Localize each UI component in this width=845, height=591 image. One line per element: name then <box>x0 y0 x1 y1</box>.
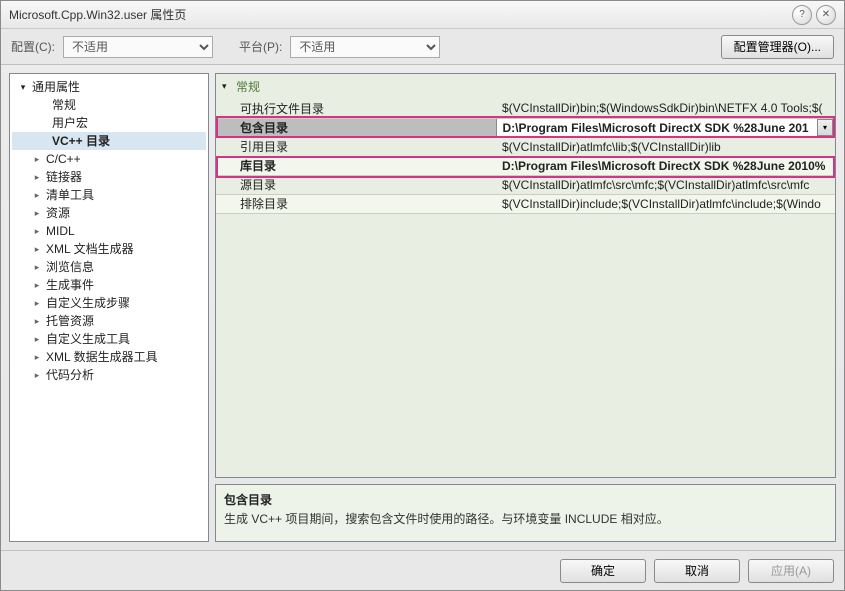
tree-vc-dirs[interactable]: VC++ 目录 <box>12 132 206 150</box>
tree-node[interactable]: ▸生成事件 <box>12 276 206 294</box>
platform-label: 平台(P): <box>239 38 282 55</box>
grid-row-name: 库目录 <box>216 156 496 175</box>
chevron-right-icon: ▸ <box>30 331 44 347</box>
cancel-button[interactable]: 取消 <box>654 559 740 583</box>
tree-node[interactable]: ▸XML 数据生成器工具 <box>12 348 206 366</box>
toolbar: 配置(C): 不适用 平台(P): 不适用 配置管理器(O)... <box>1 29 844 65</box>
close-button[interactable]: ✕ <box>816 5 836 25</box>
tree-node-label: C/C++ <box>44 151 83 167</box>
chevron-right-icon: ▸ <box>30 349 44 365</box>
footer: 确定 取消 应用(A) <box>1 550 844 590</box>
apply-button[interactable]: 应用(A) <box>748 559 834 583</box>
tree-node-label: 浏览信息 <box>44 259 96 275</box>
tree-node[interactable]: ▸资源 <box>12 204 206 222</box>
grid-row[interactable]: 可执行文件目录$(VCInstallDir)bin;$(WindowsSdkDi… <box>216 99 835 118</box>
grid-row-name: 源目录 <box>216 175 496 194</box>
grid-row[interactable]: 包含目录D:\Program Files\Microsoft DirectX S… <box>216 118 835 137</box>
grid-row-value[interactable]: $(VCInstallDir)atlmfc\src\mfc;$(VCInstal… <box>496 175 835 194</box>
grid-row-value[interactable]: $(VCInstallDir)include;$(VCInstallDir)at… <box>496 194 835 213</box>
chevron-right-icon: ▸ <box>30 151 44 167</box>
grid-table: 可执行文件目录$(VCInstallDir)bin;$(WindowsSdkDi… <box>216 99 835 214</box>
chevron-right-icon: ▸ <box>30 187 44 203</box>
ok-button[interactable]: 确定 <box>560 559 646 583</box>
tree-node-label: 生成事件 <box>44 277 96 293</box>
help-button[interactable]: ? <box>792 5 812 25</box>
grid-section-header[interactable]: ▾ 常规 <box>216 74 835 99</box>
tree-node[interactable]: ▸代码分析 <box>12 366 206 384</box>
tree-node[interactable]: ▸自定义生成步骤 <box>12 294 206 312</box>
tree-node-label: 清单工具 <box>44 187 96 203</box>
grid-row-value[interactable]: $(VCInstallDir)bin;$(WindowsSdkDir)bin\N… <box>496 99 835 118</box>
chevron-right-icon: ▸ <box>30 241 44 257</box>
grid-row[interactable]: 库目录D:\Program Files\Microsoft DirectX SD… <box>216 156 835 175</box>
row-dropdown-button[interactable]: ▾ <box>817 119 833 136</box>
chevron-right-icon: ▸ <box>30 259 44 275</box>
tree-node[interactable]: ▸链接器 <box>12 168 206 186</box>
grid-row-name: 排除目录 <box>216 194 496 213</box>
tree-user-macros[interactable]: 用户宏 <box>12 114 206 132</box>
platform-select[interactable]: 不适用 <box>290 36 440 58</box>
chevron-right-icon: ▸ <box>30 313 44 329</box>
description-box: 包含目录 生成 VC++ 项目期间，搜索包含文件时使用的路径。与环境变量 INC… <box>215 484 836 542</box>
config-manager-button[interactable]: 配置管理器(O)... <box>721 35 834 59</box>
chevron-right-icon: ▸ <box>30 169 44 185</box>
tree-node-label: 自定义生成工具 <box>44 331 132 347</box>
window-title: Microsoft.Cpp.Win32.user 属性页 <box>9 6 792 23</box>
tree-node-label: 托管资源 <box>44 313 96 329</box>
tree-root[interactable]: ▾ 通用属性 <box>12 78 206 96</box>
grid-row-value[interactable]: $(VCInstallDir)atlmfc\lib;$(VCInstallDir… <box>496 137 835 156</box>
grid-section-label: 常规 <box>236 78 260 95</box>
grid-row-value[interactable]: D:\Program Files\Microsoft DirectX SDK %… <box>496 118 835 137</box>
description-title: 包含目录 <box>224 491 827 508</box>
grid-row[interactable]: 排除目录$(VCInstallDir)include;$(VCInstallDi… <box>216 194 835 213</box>
chevron-right-icon: ▸ <box>30 205 44 221</box>
tree-node[interactable]: ▸C/C++ <box>12 150 206 168</box>
tree-general[interactable]: 常规 <box>12 96 206 114</box>
tree-node[interactable]: ▸XML 文档生成器 <box>12 240 206 258</box>
property-page-window: Microsoft.Cpp.Win32.user 属性页 ? ✕ 配置(C): … <box>0 0 845 591</box>
chevron-down-icon: ▾ <box>16 79 30 95</box>
titlebar: Microsoft.Cpp.Win32.user 属性页 ? ✕ <box>1 1 844 29</box>
chevron-right-icon: ▸ <box>30 223 44 239</box>
tree-node[interactable]: ▸清单工具 <box>12 186 206 204</box>
tree-node[interactable]: ▸托管资源 <box>12 312 206 330</box>
tree-panel[interactable]: ▾ 通用属性 常规 用户宏 VC++ 目录 ▸C/C++▸链接器▸清单工具▸资源… <box>9 73 209 542</box>
grid-row-value[interactable]: D:\Program Files\Microsoft DirectX SDK %… <box>496 156 835 175</box>
tree-node-label: 链接器 <box>44 169 84 185</box>
tree-node[interactable]: ▸MIDL <box>12 222 206 240</box>
tree-node-label: XML 数据生成器工具 <box>44 349 160 365</box>
config-select[interactable]: 不适用 <box>63 36 213 58</box>
content-area: ▾ 通用属性 常规 用户宏 VC++ 目录 ▸C/C++▸链接器▸清单工具▸资源… <box>1 65 844 550</box>
grid-row[interactable]: 引用目录$(VCInstallDir)atlmfc\lib;$(VCInstal… <box>216 137 835 156</box>
tree-node-label: 资源 <box>44 205 72 221</box>
property-grid[interactable]: ▾ 常规 可执行文件目录$(VCInstallDir)bin;$(Windows… <box>215 73 836 478</box>
tree-node[interactable]: ▸浏览信息 <box>12 258 206 276</box>
tree-node-label: XML 文档生成器 <box>44 241 136 257</box>
tree-node-label: 代码分析 <box>44 367 96 383</box>
grid-row-name: 可执行文件目录 <box>216 99 496 118</box>
tree-node-label: MIDL <box>44 223 77 239</box>
chevron-right-icon: ▸ <box>30 295 44 311</box>
chevron-down-icon: ▾ <box>222 81 236 92</box>
config-label: 配置(C): <box>11 38 55 55</box>
grid-row-name: 引用目录 <box>216 137 496 156</box>
right-panel: ▾ 常规 可执行文件目录$(VCInstallDir)bin;$(Windows… <box>215 73 836 542</box>
description-text: 生成 VC++ 项目期间，搜索包含文件时使用的路径。与环境变量 INCLUDE … <box>224 510 827 527</box>
tree-node-label: 自定义生成步骤 <box>44 295 132 311</box>
tree-node[interactable]: ▸自定义生成工具 <box>12 330 206 348</box>
chevron-right-icon: ▸ <box>30 277 44 293</box>
grid-row[interactable]: 源目录$(VCInstallDir)atlmfc\src\mfc;$(VCIns… <box>216 175 835 194</box>
chevron-right-icon: ▸ <box>30 367 44 383</box>
grid-row-name: 包含目录 <box>216 118 496 137</box>
